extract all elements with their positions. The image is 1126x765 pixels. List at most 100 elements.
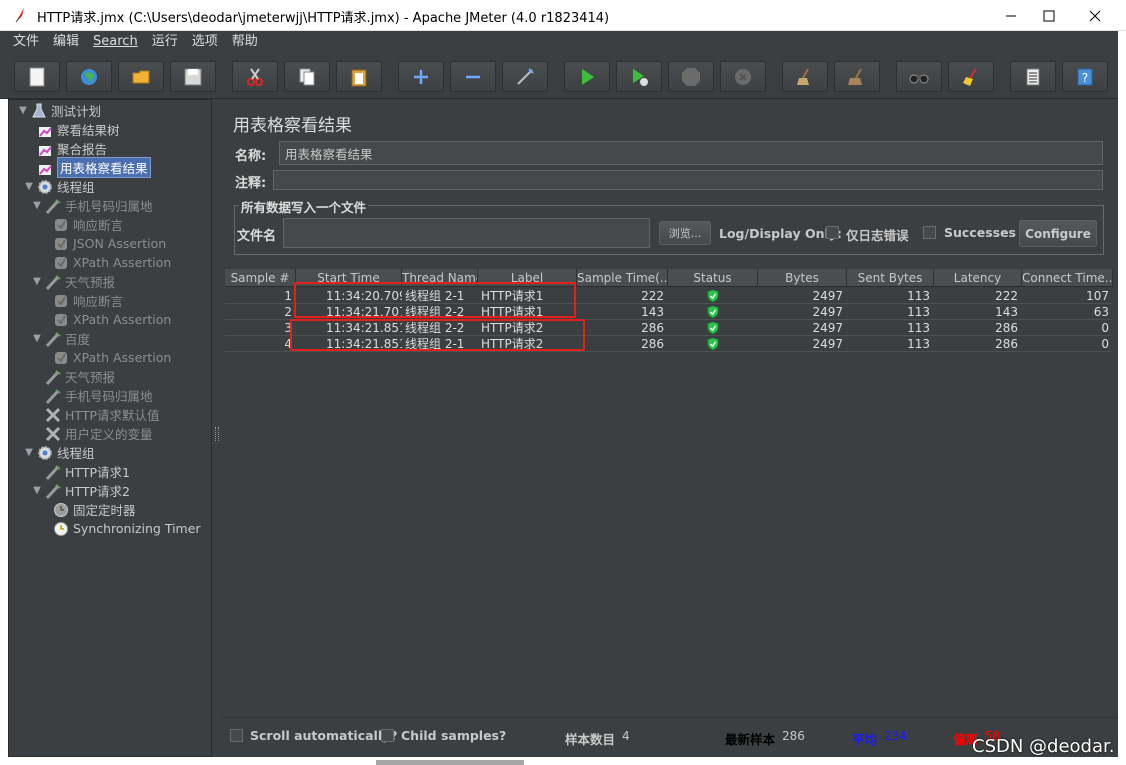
- tree-node[interactable]: ▼ 线程组: [23, 177, 95, 196]
- expand-toggle-icon[interactable]: ▼: [23, 447, 35, 458]
- listener-icon: [37, 160, 53, 176]
- scroll-auto-checkbox[interactable]: [230, 729, 243, 742]
- table-cell: 143: [995, 305, 1018, 319]
- menu-options[interactable]: 选项: [185, 31, 225, 53]
- flask-icon: [31, 103, 47, 119]
- name-label: 名称:: [235, 149, 267, 164]
- tree-node[interactable]: XPath Assertion: [51, 310, 171, 329]
- menu-help[interactable]: 帮助: [225, 31, 265, 53]
- expand-toggle-icon[interactable]: ▼: [17, 105, 29, 116]
- clear-button[interactable]: [782, 61, 828, 92]
- menu-file[interactable]: 文件: [6, 31, 46, 53]
- tree-node[interactable]: 响应断言: [51, 291, 123, 310]
- column-header[interactable]: Connect Time...: [1022, 269, 1113, 287]
- tree-node-label: JSON Assertion: [73, 236, 167, 251]
- tree-node[interactable]: 用户定义的变量: [43, 424, 153, 443]
- tree-node[interactable]: XPath Assertion: [51, 348, 171, 367]
- expand-toggle-icon[interactable]: ▼: [31, 485, 43, 496]
- reset-search-button[interactable]: [948, 61, 994, 92]
- shutdown-button[interactable]: [720, 61, 766, 92]
- templates-button[interactable]: [66, 61, 112, 92]
- expand-all-button[interactable]: [398, 61, 444, 92]
- table-cell: 113: [907, 337, 930, 351]
- tree-node-label: 百度: [65, 332, 91, 347]
- cut-icon: [247, 67, 263, 86]
- collapse-all-button[interactable]: [450, 61, 496, 92]
- tree-node[interactable]: 响应断言: [51, 215, 123, 234]
- paste-button[interactable]: [336, 61, 382, 92]
- horizontal-scroll-thumb[interactable]: [376, 760, 524, 765]
- tree-node[interactable]: ▼ 手机号码归属地: [31, 196, 153, 215]
- copy-button[interactable]: [284, 61, 330, 92]
- filename-field[interactable]: [283, 218, 650, 248]
- minimize-icon: [1006, 15, 1016, 16]
- successes-checkbox[interactable]: [923, 226, 936, 239]
- assertion-icon: [53, 312, 69, 328]
- help-icon: ?: [1077, 68, 1093, 85]
- tree-node[interactable]: HTTP请求1: [43, 462, 130, 481]
- tree-node[interactable]: ▼ 百度: [31, 329, 90, 348]
- tree-node[interactable]: ▼ HTTP请求2: [31, 481, 130, 500]
- table-cell: 2497: [812, 305, 843, 319]
- name-field[interactable]: 用表格察看结果: [279, 141, 1103, 165]
- start-button[interactable]: [564, 61, 610, 92]
- tree-node[interactable]: 聚合报告: [35, 139, 107, 158]
- expand-toggle-icon[interactable]: ▼: [31, 200, 43, 211]
- table-cell: 0: [1101, 321, 1109, 335]
- tree-node[interactable]: ▼ 天气预报: [31, 272, 115, 291]
- gear-icon: [37, 179, 53, 195]
- config-icon: [45, 426, 61, 442]
- start-no-pauses-button[interactable]: [616, 61, 662, 92]
- tree-node[interactable]: Synchronizing Timer: [51, 519, 201, 538]
- tree-node[interactable]: 察看结果树: [35, 120, 120, 139]
- search-button[interactable]: [896, 61, 942, 92]
- child-samples-checkbox[interactable]: [381, 729, 394, 742]
- column-header[interactable]: Bytes: [758, 269, 847, 287]
- tree-node[interactable]: 固定定时器: [51, 500, 136, 519]
- tree-node[interactable]: HTTP请求默认值: [43, 405, 160, 424]
- save-button[interactable]: [170, 61, 216, 92]
- window-title: HTTP请求.jmx (C:\Users\deodar\jmeterwjj\HT…: [37, 11, 610, 26]
- column-header[interactable]: Latency: [934, 269, 1022, 287]
- table-cell: 286: [995, 337, 1018, 351]
- function-helper-button[interactable]: [1010, 61, 1056, 92]
- divider-grip[interactable]: [215, 427, 219, 441]
- maximize-button[interactable]: [1026, 0, 1072, 31]
- expand-toggle-icon[interactable]: ▼: [23, 181, 35, 192]
- menu-search[interactable]: Search: [86, 31, 145, 53]
- configure-button[interactable]: Configure: [1019, 220, 1097, 247]
- window-edge: [1118, 31, 1126, 765]
- column-header[interactable]: Sample Time(...: [577, 269, 668, 287]
- tree-node[interactable]: 手机号码归属地: [43, 386, 153, 405]
- tree-node[interactable]: ▼ 线程组: [23, 443, 95, 462]
- split-pane-divider[interactable]: [212, 99, 222, 757]
- tree-node[interactable]: ▼ 测试计划: [17, 101, 101, 120]
- window-bottom: [0, 757, 1126, 765]
- tree-node[interactable]: 用表格察看结果: [35, 157, 151, 178]
- menu-run[interactable]: 运行: [145, 31, 185, 53]
- close-button[interactable]: [1072, 0, 1118, 31]
- help-button[interactable]: ?: [1062, 61, 1108, 92]
- column-header[interactable]: Sent Bytes: [847, 269, 934, 287]
- tree-node[interactable]: 天气预报: [43, 367, 115, 386]
- new-button[interactable]: [14, 61, 60, 92]
- stop-button[interactable]: [668, 61, 714, 92]
- clear-all-button[interactable]: [834, 61, 880, 92]
- errors-only-checkbox[interactable]: [826, 226, 839, 239]
- test-plan-tree[interactable]: ▼ 测试计划 察看结果树 聚合报告 用表格察看结果 ▼ 线程组 ▼ 手机号码归属地 响应断言 JSO…: [8, 99, 212, 757]
- column-header[interactable]: Status: [668, 269, 758, 287]
- menu-edit[interactable]: 编辑: [46, 31, 86, 53]
- expand-toggle-icon[interactable]: ▼: [31, 333, 43, 344]
- column-header[interactable]: Sample #: [225, 269, 296, 287]
- browse-button[interactable]: 浏览...: [659, 221, 711, 245]
- title-bar: HTTP请求.jmx (C:\Users\deodar\jmeterwjj\HT…: [0, 0, 1126, 31]
- comment-field[interactable]: [273, 170, 1103, 190]
- cut-button[interactable]: [232, 61, 278, 92]
- open-button[interactable]: [118, 61, 164, 92]
- toggle-button[interactable]: [502, 61, 548, 92]
- tree-node[interactable]: JSON Assertion: [51, 234, 166, 253]
- expand-toggle-icon[interactable]: ▼: [31, 276, 43, 287]
- tree-node[interactable]: XPath Assertion: [51, 253, 171, 272]
- latest-sample-label: 最新样本: [725, 732, 776, 747]
- scroll-auto-label: Scroll automatically?: [250, 728, 398, 743]
